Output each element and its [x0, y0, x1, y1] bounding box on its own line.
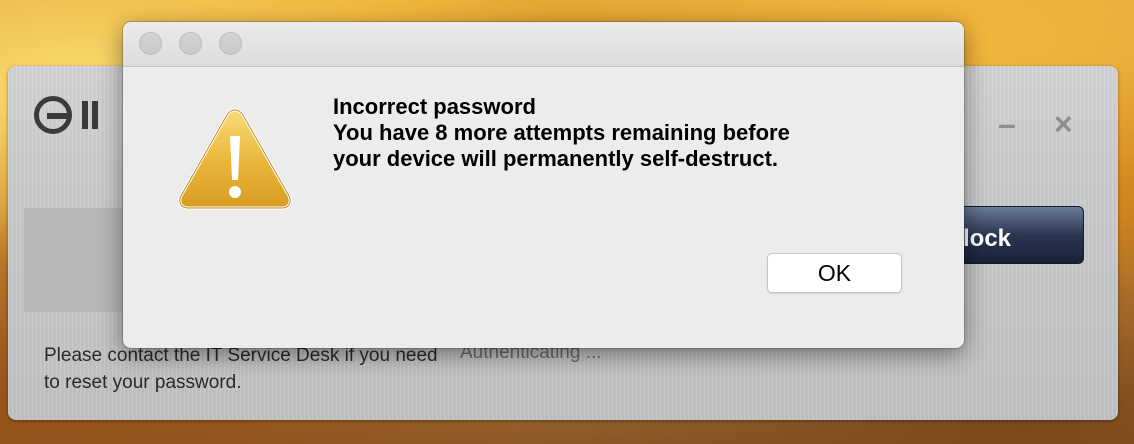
close-window-button[interactable] [139, 32, 162, 55]
app-logo [34, 96, 98, 134]
minimize-window-button[interactable] [179, 32, 202, 55]
alert-message-line: You have 8 more attempts remaining befor… [333, 120, 790, 145]
warning-triangle-icon [175, 104, 295, 214]
alert-message-line: your device will permanently self-destru… [333, 146, 779, 171]
alert-message: Incorrect password You have 8 more attem… [333, 94, 933, 172]
minimize-icon[interactable]: – [998, 108, 1016, 140]
alert-title: Incorrect password [333, 94, 536, 119]
dialog-titlebar [123, 22, 964, 67]
image-placeholder [24, 208, 124, 312]
key-logo-icon [34, 96, 72, 134]
close-icon[interactable]: × [1054, 108, 1073, 140]
ok-button[interactable]: OK [767, 253, 902, 293]
help-text: Please contact the IT Service Desk if yo… [44, 345, 438, 393]
alert-dialog: Incorrect password You have 8 more attem… [123, 22, 964, 348]
zoom-window-button[interactable] [219, 32, 242, 55]
